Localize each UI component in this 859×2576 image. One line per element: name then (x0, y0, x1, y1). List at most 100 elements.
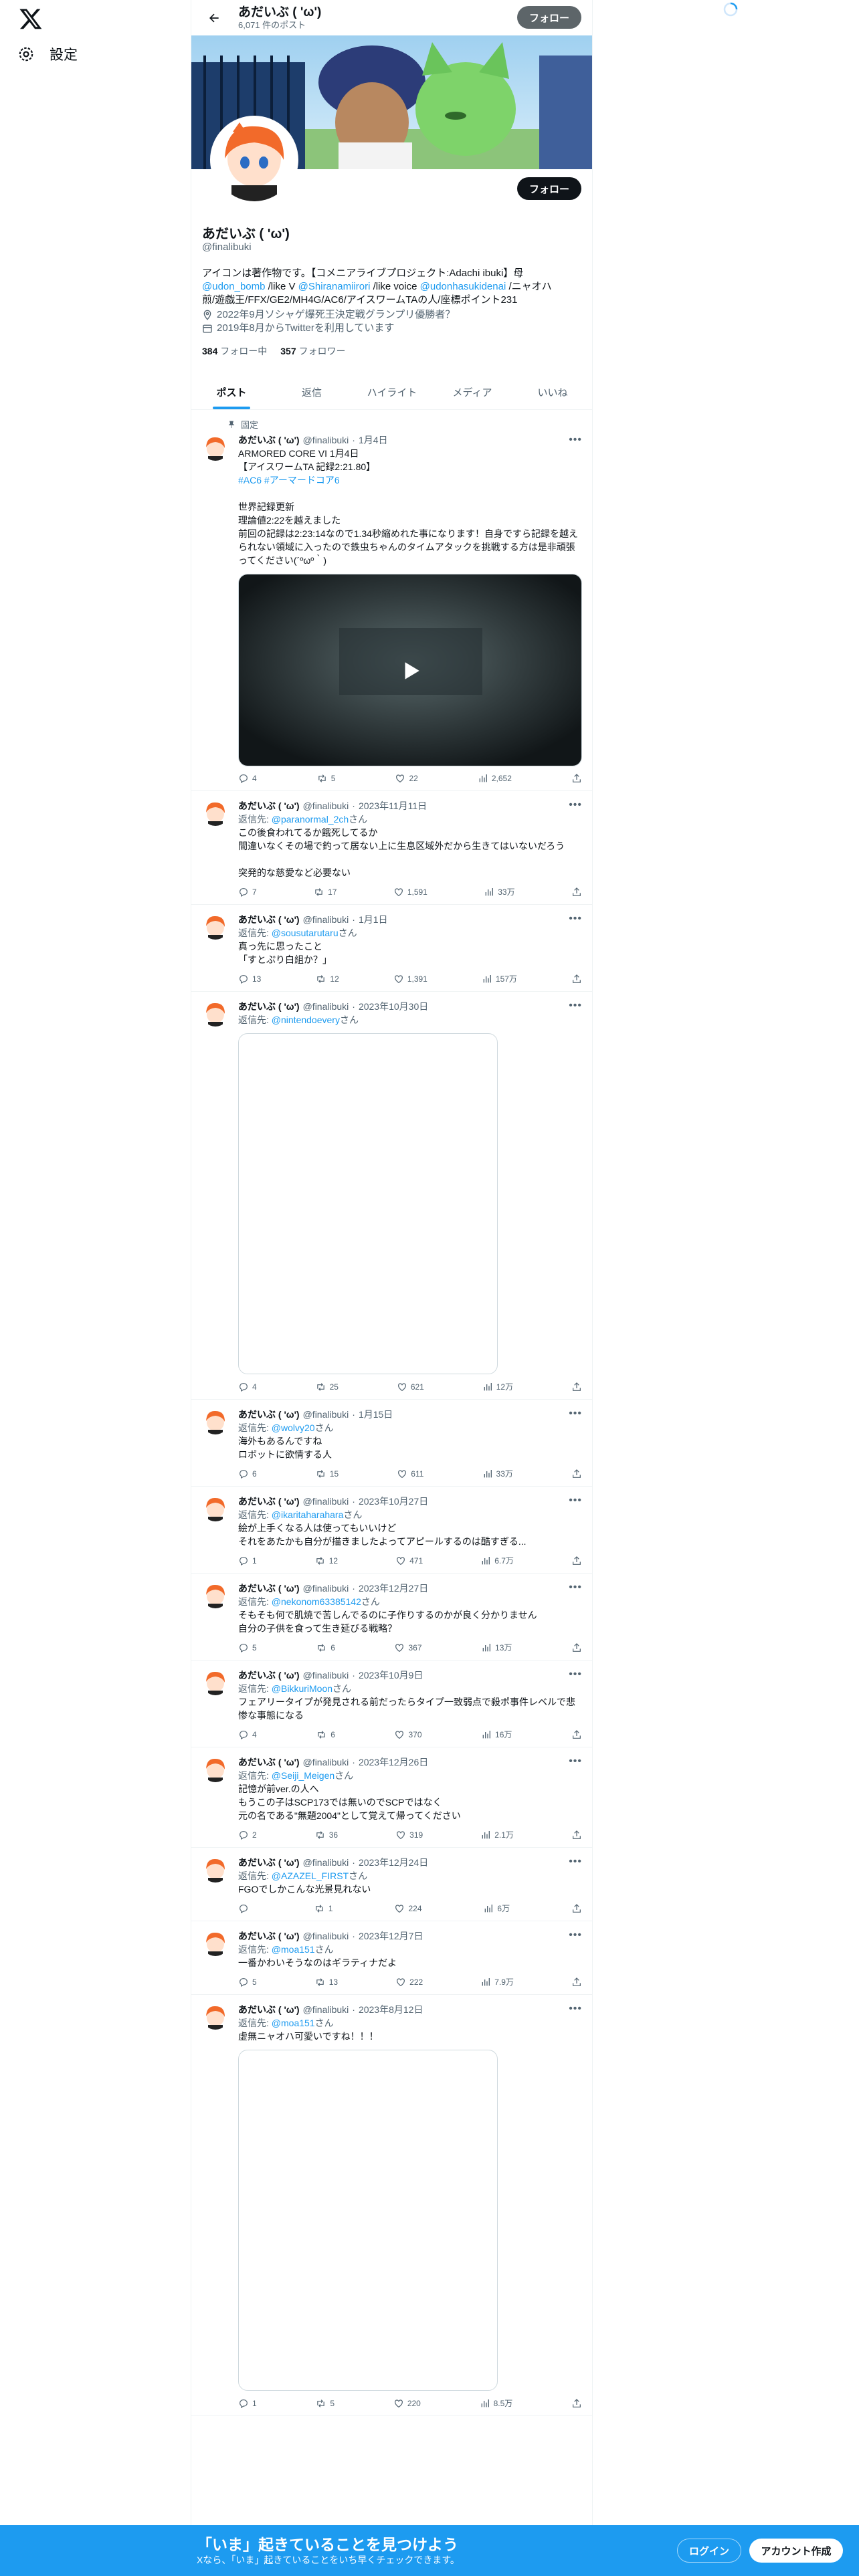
tweet-date[interactable]: 2023年10月9日 (359, 1669, 423, 1682)
tweet-avatar[interactable] (202, 1669, 229, 1695)
reply-to-link[interactable]: @sousutarutaru (272, 928, 339, 938)
more-icon[interactable]: ••• (569, 1856, 582, 1868)
like-button[interactable]: 222 (395, 1976, 423, 1988)
reply-button[interactable]: 2 (238, 1829, 257, 1840)
like-button[interactable]: 220 (393, 2397, 421, 2409)
reply-to-link[interactable]: @BikkuriMoon (272, 1683, 332, 1694)
tweet-date[interactable]: 2023年10月30日 (359, 1000, 428, 1013)
bio-mention-link[interactable]: @udonhasukidenai (420, 281, 506, 292)
more-icon[interactable]: ••• (569, 1755, 582, 1767)
signup-button[interactable]: アカウント作成 (749, 2539, 843, 2563)
tweet-author-handle[interactable]: @finalibuki (303, 1755, 349, 1769)
tweet-avatar[interactable] (202, 1408, 229, 1434)
repost-button[interactable]: 36 (314, 1829, 338, 1840)
play-icon[interactable] (399, 659, 422, 682)
tweet-avatar[interactable] (202, 913, 229, 940)
share-button[interactable] (571, 2397, 582, 2409)
tweet-author-handle[interactable]: @finalibuki (303, 1495, 349, 1508)
more-icon[interactable]: ••• (569, 2003, 582, 2015)
settings-nav-item[interactable]: 設定 (17, 44, 78, 64)
tweet-avatar[interactable] (202, 1582, 229, 1608)
tweet-date[interactable]: 2023年12月27日 (359, 1582, 428, 1595)
views-button[interactable]: 6万 (483, 1903, 510, 1914)
repost-button[interactable]: 25 (315, 1381, 339, 1392)
tab-replies[interactable]: 返信 (272, 374, 352, 409)
tweet-avatar[interactable] (202, 799, 229, 826)
tweet-author-name[interactable]: あだいぶ ( 'ω') (238, 1582, 300, 1595)
views-button[interactable]: 8.5万 (480, 2397, 512, 2409)
reply-button[interactable]: 4 (238, 773, 257, 784)
share-button[interactable] (571, 1976, 582, 1988)
tweet-author-name[interactable]: あだいぶ ( 'ω') (238, 1755, 300, 1769)
like-button[interactable]: 1,591 (393, 886, 427, 897)
like-button[interactable]: 22 (395, 773, 418, 784)
tweet-author-handle[interactable]: @finalibuki (303, 1408, 349, 1421)
repost-button[interactable]: 12 (315, 973, 339, 984)
tweet-author-name[interactable]: あだいぶ ( 'ω') (238, 1495, 300, 1508)
follow-button[interactable]: フォロー (517, 177, 581, 200)
share-button[interactable] (571, 1381, 582, 1392)
reply-button[interactable]: 13 (238, 973, 261, 984)
tweet[interactable]: ••• あだいぶ ( 'ω') @finalibuki · 2023年12月27日 返信先… (191, 1574, 593, 1660)
tweet[interactable]: ••• あだいぶ ( 'ω') @finalibuki · 2023年10月9日 返信先:… (191, 1660, 593, 1747)
reply-to-link[interactable]: @Seiji_Meigen (272, 1770, 335, 1781)
tweet-video[interactable] (238, 574, 582, 766)
more-icon[interactable]: ••• (569, 1408, 582, 1420)
more-icon[interactable]: ••• (569, 1582, 582, 1594)
tweet-avatar[interactable] (202, 1929, 229, 1956)
reply-to-link[interactable]: @ikaritaharahara (272, 1509, 344, 1520)
tweet-author-name[interactable]: あだいぶ ( 'ω') (238, 1000, 300, 1013)
tweet[interactable]: ••• あだいぶ ( 'ω') @finalibuki · 2023年12月26日 返信先… (191, 1747, 593, 1848)
share-button[interactable] (571, 1903, 582, 1914)
repost-button[interactable]: 12 (314, 1555, 338, 1566)
login-button[interactable]: ログイン (677, 2539, 741, 2563)
reply-button[interactable] (238, 1903, 252, 1914)
share-button[interactable] (571, 1729, 582, 1740)
repost-button[interactable]: 1 (314, 1903, 333, 1914)
tweet-author-handle[interactable]: @finalibuki (303, 433, 349, 447)
tweet-avatar[interactable] (202, 434, 229, 461)
tweet-date[interactable]: 2023年12月7日 (359, 1929, 423, 1943)
tweet-author-handle[interactable]: @finalibuki (303, 1929, 349, 1943)
more-icon[interactable]: ••• (569, 1929, 582, 1941)
repost-button[interactable]: 13 (314, 1976, 338, 1988)
repost-button[interactable]: 6 (316, 1642, 335, 1653)
like-button[interactable]: 370 (394, 1729, 422, 1740)
reply-to-link[interactable]: @moa151 (272, 1944, 315, 1955)
bio-mention-link[interactable]: @udon_bomb (202, 281, 265, 292)
tweet-author-handle[interactable]: @finalibuki (303, 2003, 349, 2016)
tweet-avatar[interactable] (202, 1495, 229, 1521)
tweet-avatar[interactable] (202, 1856, 229, 1883)
repost-button[interactable]: 15 (315, 1468, 339, 1479)
tweet-date[interactable]: 2023年12月24日 (359, 1856, 428, 1869)
tweet-avatar[interactable] (202, 2003, 229, 2030)
tab-highlights[interactable]: ハイライト (352, 374, 432, 409)
tweet-date[interactable]: 1月4日 (359, 433, 388, 447)
tweet-author-name[interactable]: あだいぶ ( 'ω') (238, 1856, 300, 1869)
share-button[interactable] (571, 1555, 582, 1566)
tweet-author-name[interactable]: あだいぶ ( 'ω') (238, 799, 300, 813)
tweet-author-name[interactable]: あだいぶ ( 'ω') (238, 1929, 300, 1943)
more-icon[interactable]: ••• (569, 1495, 582, 1507)
share-button[interactable] (571, 886, 582, 897)
tweet-author-handle[interactable]: @finalibuki (303, 1669, 349, 1682)
tweet-author-handle[interactable]: @finalibuki (303, 913, 349, 926)
reply-to-link[interactable]: @moa151 (272, 2018, 315, 2028)
like-button[interactable]: 621 (397, 1381, 424, 1392)
reply-button[interactable]: 4 (238, 1381, 257, 1392)
follow-button-top[interactable]: フォロー (517, 6, 581, 29)
reply-to-link[interactable]: @nintendoevery (272, 1014, 340, 1025)
bio-mention-link[interactable]: @Shiranamiirori (298, 281, 371, 292)
following-link[interactable]: 384 フォロー中 (202, 344, 267, 358)
tweet[interactable]: ••• あだいぶ ( 'ω') @finalibuki · 1月15日 返信先: @wol… (191, 1400, 593, 1487)
more-icon[interactable]: ••• (569, 434, 582, 446)
tweet[interactable]: 固定 ••• あだいぶ ( 'ω') @finalibuki · 1月4日 ARMORED … (191, 410, 593, 791)
share-button[interactable] (571, 1468, 582, 1479)
share-button[interactable] (571, 1829, 582, 1840)
repost-button[interactable]: 6 (316, 1729, 335, 1740)
tweet-author-handle[interactable]: @finalibuki (303, 1582, 349, 1595)
tweet-image[interactable] (238, 2050, 498, 2391)
tab-likes[interactable]: いいね (512, 374, 593, 409)
tweet-author-name[interactable]: あだいぶ ( 'ω') (238, 2003, 300, 2016)
tweet[interactable]: ••• あだいぶ ( 'ω') @finalibuki · 2023年12月24日 返信先… (191, 1848, 593, 1921)
